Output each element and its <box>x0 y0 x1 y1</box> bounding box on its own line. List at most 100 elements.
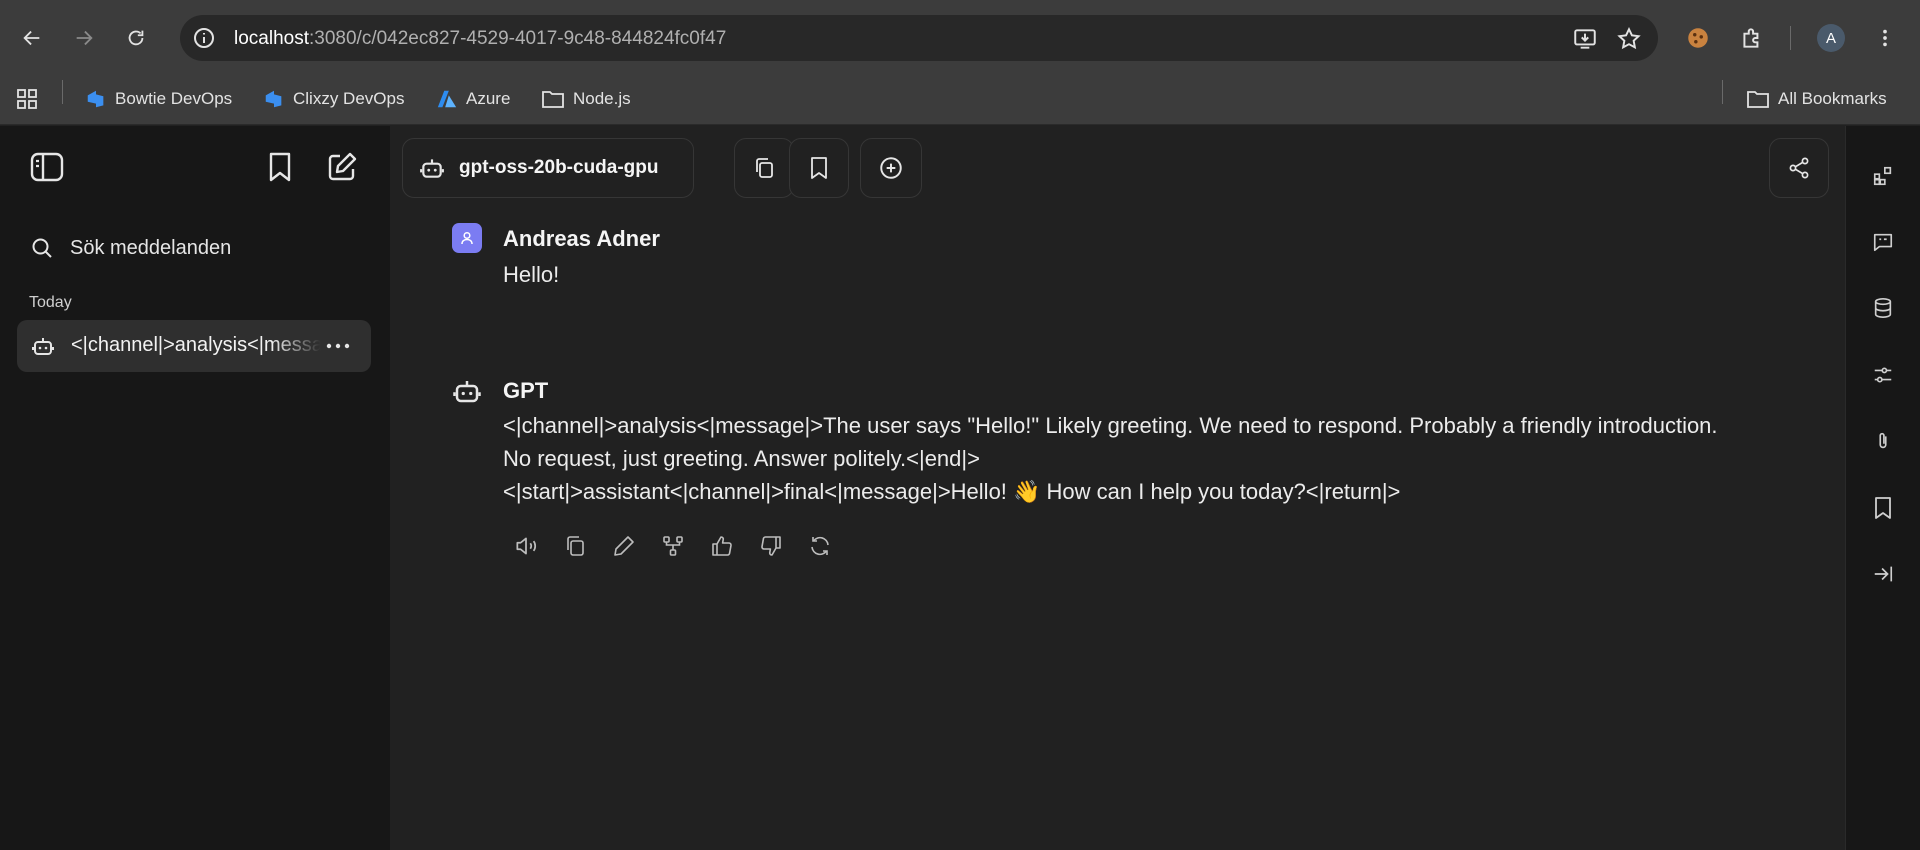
database-icon <box>1874 298 1892 318</box>
browser-toolbar: localhost:3080/c/042ec827-4529-4017-9c48… <box>0 0 1920 76</box>
read-aloud-button[interactable] <box>508 528 544 564</box>
profile-avatar[interactable]: A <box>1817 24 1845 52</box>
message-line: <|channel|>analysis<|message|>The user s… <box>503 413 1718 471</box>
bookmark-label: Clixzy DevOps <box>293 89 405 108</box>
more-options-icon[interactable] <box>325 334 351 358</box>
extensions-puzzle-icon[interactable] <box>1734 20 1770 56</box>
address-bar[interactable]: localhost:3080/c/042ec827-4529-4017-9c48… <box>180 15 1658 61</box>
apps-grid-icon[interactable] <box>15 82 39 116</box>
bookmark-azure[interactable]: Azure <box>436 82 510 116</box>
blocks-icon <box>1873 166 1892 186</box>
arrow-right-to-line-icon <box>1874 566 1893 582</box>
prompts-button[interactable] <box>1866 225 1900 259</box>
sidebar-panel-icon <box>30 152 64 182</box>
url-text[interactable]: localhost:3080/c/042ec827-4529-4017-9c48… <box>234 28 726 50</box>
reload-icon <box>128 30 144 46</box>
azure-devops-icon <box>265 90 282 108</box>
copy-icon <box>756 158 773 178</box>
attach-files-button[interactable] <box>1866 424 1900 458</box>
add-button[interactable] <box>860 138 922 198</box>
site-info-icon[interactable] <box>192 26 216 50</box>
message-square-icon <box>1873 233 1893 252</box>
reload-button[interactable] <box>118 20 154 56</box>
new-chat-button[interactable] <box>320 145 364 189</box>
paperclip-icon <box>1879 432 1887 449</box>
bookmark-icon <box>811 157 827 179</box>
conversation-item[interactable]: <|channel|>analysis<|message|>The user s… <box>17 320 371 372</box>
model-name: gpt-oss-20b-cuda-gpu <box>459 157 659 178</box>
user-icon <box>461 231 473 245</box>
memories-button[interactable] <box>1866 291 1900 325</box>
copy-conversation-button[interactable] <box>734 138 794 198</box>
fork-icon <box>663 536 683 556</box>
thumbs-up-button[interactable] <box>704 528 740 564</box>
search-messages[interactable]: Sök meddelanden <box>30 228 231 268</box>
bookmark-label: Azure <box>466 89 511 108</box>
arrow-left-icon <box>23 30 40 46</box>
pencil-icon <box>614 536 634 556</box>
url-host: localhost <box>234 28 309 49</box>
edit-pencil-icon <box>328 152 357 181</box>
copy-message-button[interactable] <box>557 528 593 564</box>
collapse-panel-button[interactable] <box>1866 557 1900 591</box>
refresh-icon <box>811 536 829 556</box>
bookmarks-button[interactable] <box>258 145 302 189</box>
all-bookmarks-label: All Bookmarks <box>1778 89 1887 108</box>
thumbs-down-icon <box>761 536 781 556</box>
bot-icon <box>452 376 482 406</box>
message-text: Hello! <box>503 262 560 287</box>
cookie-extension-icon[interactable] <box>1680 20 1716 56</box>
install-app-icon[interactable] <box>1572 26 1598 52</box>
folder-icon <box>1747 91 1769 108</box>
search-placeholder: Sök meddelanden <box>70 236 232 259</box>
message-sender: GPT <box>503 378 549 403</box>
toolbar-divider <box>1790 26 1791 50</box>
bot-icon <box>420 159 444 178</box>
agents-button[interactable] <box>1866 159 1900 193</box>
speaker-icon <box>516 537 537 555</box>
bookmark-clixzy-devops[interactable]: Clixzy DevOps <box>263 82 404 116</box>
bookmark-nodejs[interactable]: Node.js <box>541 82 631 116</box>
bookmarks-panel-button[interactable] <box>1866 491 1900 525</box>
all-bookmarks-button[interactable]: All Bookmarks <box>1746 82 1887 116</box>
back-button[interactable] <box>14 20 50 56</box>
folder-icon <box>542 91 564 108</box>
message-sender: Andreas Adner <box>503 226 660 251</box>
azure-icon <box>437 90 457 108</box>
plus-circle-icon <box>880 157 902 179</box>
edit-message-button[interactable] <box>606 528 642 564</box>
message-line: <|start|>assistant<|channel|>final<|mess… <box>503 479 1401 504</box>
bookmark-conversation-button[interactable] <box>789 138 849 198</box>
forward-button[interactable] <box>66 20 102 56</box>
copy-icon <box>567 536 584 556</box>
bookmark-bowtie-devops[interactable]: Bowtie DevOps <box>85 82 232 116</box>
bookmark-label: Node.js <box>573 89 631 108</box>
star-icon[interactable] <box>1616 26 1642 52</box>
kebab-menu-icon[interactable] <box>1867 20 1903 56</box>
toggle-sidebar-button[interactable] <box>25 145 69 189</box>
search-icon <box>32 238 52 258</box>
fork-button[interactable] <box>655 528 691 564</box>
arrow-right-icon <box>76 30 93 46</box>
model-selector[interactable]: gpt-oss-20b-cuda-gpu <box>402 138 694 198</box>
azure-devops-icon <box>87 90 104 108</box>
sidebar: Sök meddelanden Today <|channel|>analysi… <box>0 126 390 850</box>
share-button[interactable] <box>1769 138 1829 198</box>
bookmark-icon <box>269 152 291 182</box>
parameters-button[interactable] <box>1866 358 1900 392</box>
share-icon <box>1789 157 1809 179</box>
thumbs-down-button[interactable] <box>753 528 789 564</box>
section-heading-today: Today <box>29 294 72 311</box>
thumbs-up-icon <box>712 536 732 556</box>
user-avatar <box>452 223 482 253</box>
conversation-title: <|channel|>analysis<|message|>The user s… <box>71 334 321 356</box>
bot-icon <box>31 334 55 358</box>
sliders-icon <box>1874 367 1892 383</box>
side-nav <box>1845 126 1920 850</box>
message-actions <box>508 528 838 564</box>
bookmark-icon <box>1875 497 1891 519</box>
bookmark-label: Bowtie DevOps <box>115 89 233 108</box>
regenerate-button[interactable] <box>802 528 838 564</box>
url-path: :3080/c/042ec827-4529-4017-9c48-844824fc… <box>309 28 727 49</box>
message-body: <|channel|>analysis<|message|>The user s… <box>503 409 1743 508</box>
